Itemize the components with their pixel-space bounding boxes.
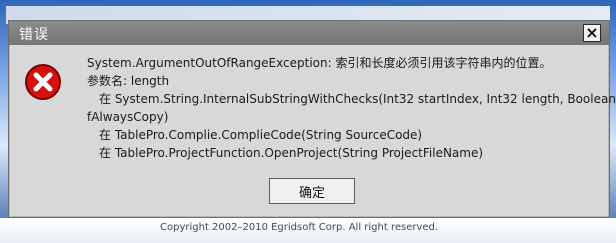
message-line-stack-3: 在 TablePro.ProjectFunction.OpenProject(S… xyxy=(99,146,484,160)
close-icon: × xyxy=(585,23,599,42)
ok-button-label: 确定 xyxy=(298,185,325,201)
message-line-exception: System.ArgumentOutOfRangeException: 索引和长… xyxy=(87,56,552,70)
message-line-stack-1-cont: fAlwaysCopy) xyxy=(87,110,169,124)
message-line-stack-2: 在 TablePro.Complie.ComplieCode(String So… xyxy=(99,128,423,142)
copyright-text: Copyright 2002–2010 Egridsoft Corp. All … xyxy=(160,222,439,233)
message-line-stack-1: 在 System.String.InternalSubStringWithChe… xyxy=(99,92,616,106)
close-button[interactable]: × xyxy=(583,24,601,42)
error-x-icon xyxy=(25,64,61,100)
message-line-parameter: 参数名: length xyxy=(87,74,170,88)
dialog-content: System.ArgumentOutOfRangeException: 索引和长… xyxy=(9,45,616,217)
error-dialog: 错误 × System.ArgumentOutOfRangeException:… xyxy=(8,20,616,218)
error-message: System.ArgumentOutOfRangeException: 索引和长… xyxy=(87,54,616,162)
ok-button[interactable]: 确定 xyxy=(269,178,355,204)
dialog-title: 错误 xyxy=(19,27,49,43)
dialog-titlebar[interactable]: 错误 × xyxy=(9,21,609,45)
